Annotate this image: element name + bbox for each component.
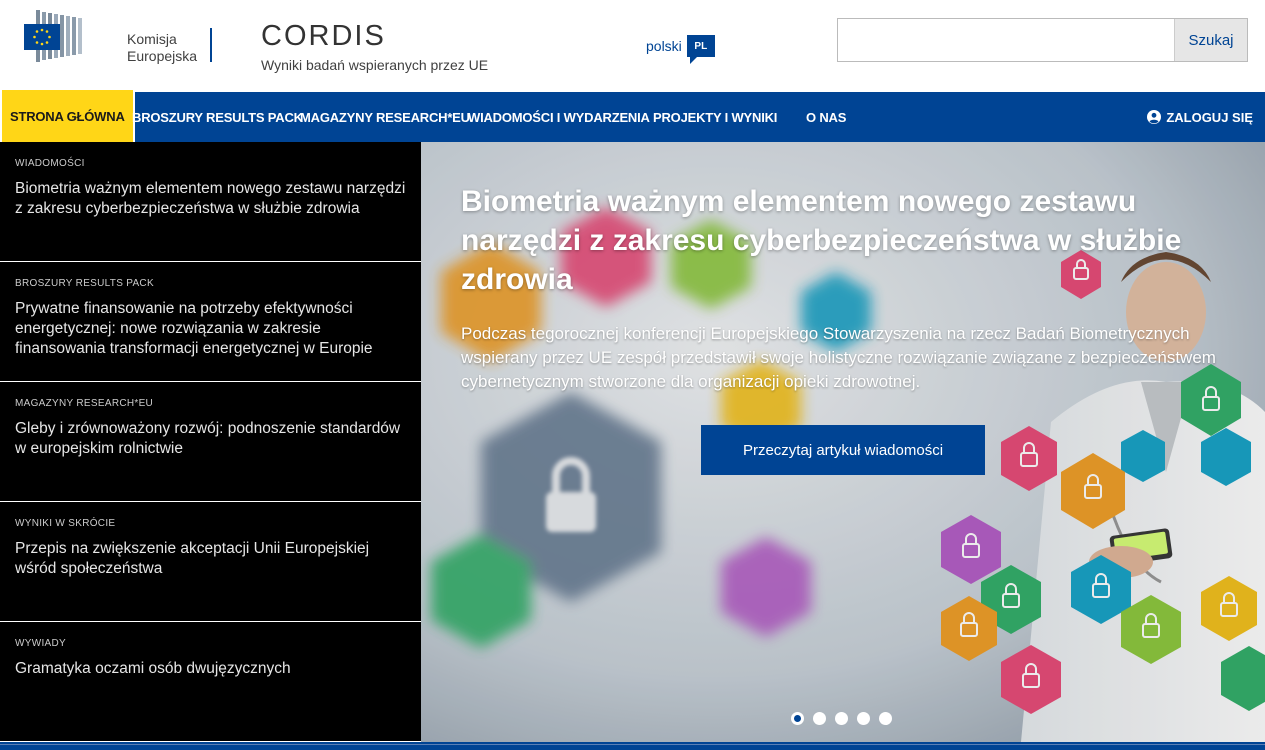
featured-list: WIADOMOŚCI Biometria ważnym elementem no… (0, 142, 421, 742)
search-form: Szukaj (837, 18, 1248, 62)
carousel-dot-4[interactable] (857, 712, 870, 725)
login-link[interactable]: ZALOGUJ SIĘ (1147, 92, 1253, 142)
carousel-dot-1[interactable] (791, 712, 804, 725)
hero-description: Podczas tegorocznej konferencji Europejs… (461, 324, 1216, 391)
header-divider (210, 28, 212, 62)
carousel-dot-3[interactable] (835, 712, 848, 725)
list-item-category: WYNIKI W SKRÓCIE (15, 518, 116, 529)
site-name[interactable]: CORDIS (261, 20, 386, 53)
site-header: Komisja Europejska CORDIS Wyniki badań w… (0, 0, 1265, 92)
carousel-dot-5[interactable] (879, 712, 892, 725)
list-item-title[interactable]: Przepis na zwiększenie akceptacji Unii E… (15, 539, 406, 579)
language-selector[interactable]: polski PL (646, 35, 715, 64)
list-item[interactable]: WYNIKI W SKRÓCIE Przepis na zwiększenie … (0, 502, 421, 622)
nav-item-news-events[interactable]: WIADOMOŚCI I WYDARZENIA (468, 92, 650, 142)
list-item-category: WYWIADY (15, 638, 66, 649)
carousel-pagination (791, 712, 901, 725)
site-subtitle: Wyniki badań wspieranych przez UE (261, 57, 489, 73)
nav-item-research-eu[interactable]: MAGAZYNY RESEARCH*EU (300, 92, 470, 142)
search-input[interactable] (838, 19, 1174, 61)
language-label: polski (646, 38, 682, 54)
list-item[interactable]: WIADOMOŚCI Biometria ważnym elementem no… (0, 142, 421, 262)
list-item-title[interactable]: Biometria ważnym elementem nowego zestaw… (15, 179, 406, 219)
login-label: ZALOGUJ SIĘ (1166, 109, 1253, 125)
main-navigation: STRONA GŁÓWNA BROSZURY RESULTS PACK MAGA… (0, 88, 1265, 144)
nav-item-about[interactable]: O NAS (806, 92, 846, 142)
nav-item-results-pack[interactable]: BROSZURY RESULTS PACK (132, 92, 303, 142)
nav-item-projects-results[interactable]: PROJEKTY I WYNIKI (653, 92, 777, 142)
nav-item-home[interactable]: STRONA GŁÓWNA (0, 88, 135, 144)
hero-title[interactable]: Biometria ważnym elementem nowego zestaw… (461, 182, 1221, 299)
list-item[interactable]: BROSZURY RESULTS PACK Prywatne finansowa… (0, 262, 421, 382)
commission-name[interactable]: Komisja Europejska (127, 31, 197, 65)
commission-name-line1: Komisja (127, 31, 177, 47)
carousel-dot-2[interactable] (813, 712, 826, 725)
list-item-category: WIADOMOŚCI (15, 158, 85, 169)
hero-carousel: Biometria ważnym elementem nowego zestaw… (421, 142, 1265, 742)
list-item-category: MAGAZYNY RESEARCH*EU (15, 398, 154, 409)
list-item-title[interactable]: Gleby i zrównoważony rozwój: podnoszenie… (15, 419, 406, 459)
list-item-title[interactable]: Prywatne finansowanie na potrzeby efekty… (15, 299, 406, 359)
language-code-badge: PL (686, 35, 715, 64)
search-button[interactable]: Szukaj (1174, 19, 1247, 61)
list-item[interactable]: WYWIADY Gramatyka oczami osób dwujęzyczn… (0, 622, 421, 742)
commission-name-line2: Europejska (127, 48, 198, 64)
read-article-button[interactable]: Przeczytaj artykuł wiadomości (701, 425, 985, 475)
user-icon (1147, 110, 1162, 124)
european-commission-logo[interactable] (14, 10, 86, 62)
list-item-title[interactable]: Gramatyka oczami osób dwujęzycznych (15, 659, 406, 679)
footer-bar (0, 742, 1265, 750)
list-item[interactable]: MAGAZYNY RESEARCH*EU Gleby i zrównoważon… (0, 382, 421, 502)
list-item-category: BROSZURY RESULTS PACK (15, 278, 154, 289)
